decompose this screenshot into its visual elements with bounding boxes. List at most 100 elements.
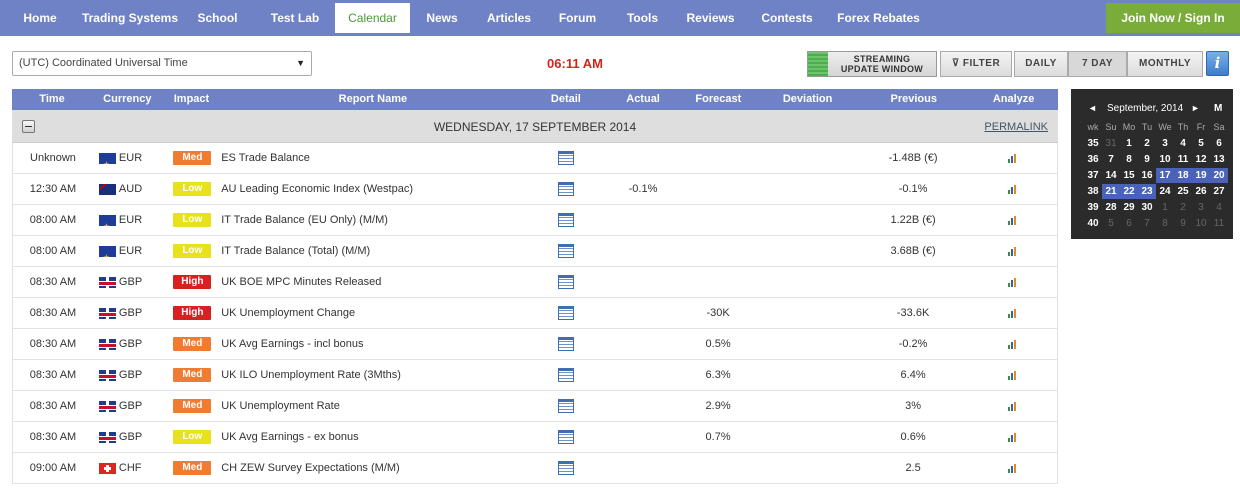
filter-button[interactable]: ⊽ FILTER (940, 51, 1012, 77)
calendar-day[interactable]: 16 (1138, 168, 1156, 183)
calendar-day[interactable]: 3 (1192, 200, 1210, 215)
table-row[interactable]: 09:00 AM CHF Med CH ZEW Survey Expectations… (12, 453, 1058, 484)
calendar-day[interactable]: 11 (1174, 152, 1192, 167)
calendar-day[interactable]: 9 (1138, 152, 1156, 167)
nav-item-home[interactable]: Home (0, 3, 80, 33)
calendar-day[interactable]: 1 (1120, 136, 1138, 151)
calendar-day[interactable]: 23 (1138, 184, 1156, 199)
table-row[interactable]: 08:30 AM GBP Med UK ILO Unemployment Rate (… (12, 360, 1058, 391)
calendar-day[interactable]: 6 (1120, 216, 1138, 231)
detail-table-icon[interactable] (557, 213, 574, 227)
detail-table-icon[interactable] (557, 182, 574, 196)
calendar-day[interactable]: 19 (1192, 168, 1210, 183)
nav-item-school[interactable]: School (180, 3, 255, 33)
detail-table-icon[interactable] (557, 306, 574, 320)
calendar-day[interactable]: 4 (1174, 136, 1192, 151)
bar-chart-icon[interactable] (1007, 432, 1018, 442)
nav-item-news[interactable]: News (410, 3, 474, 33)
event-report-name[interactable]: IT Trade Balance (Total) (M/M) (221, 236, 525, 266)
calendar-day[interactable]: 7 (1138, 216, 1156, 231)
bar-chart-icon[interactable] (1007, 153, 1018, 163)
nav-item-contests[interactable]: Contests (747, 3, 827, 33)
calendar-day[interactable]: 8 (1156, 216, 1174, 231)
table-row[interactable]: Unknown EUR Med ES Trade Balance -1.48B (€) (12, 143, 1058, 174)
calendar-day[interactable]: 4 (1210, 200, 1228, 215)
nav-item-forex-rebates[interactable]: Forex Rebates (827, 3, 930, 33)
event-report-name[interactable]: UK Unemployment Rate (221, 391, 525, 421)
table-row[interactable]: 08:00 AM EUR Low IT Trade Balance (EU Only)… (12, 205, 1058, 236)
event-report-name[interactable]: AU Leading Economic Index (Westpac) (221, 174, 525, 204)
calendar-day[interactable]: 12 (1192, 152, 1210, 167)
calendar-mode-toggle[interactable]: M (1214, 103, 1222, 114)
daily-button[interactable]: DAILY (1014, 51, 1068, 77)
timezone-select[interactable]: (UTC) Coordinated Universal Time ▼ (12, 51, 312, 76)
table-row[interactable]: 08:30 AM GBP Med UK Avg Earnings - incl bon… (12, 329, 1058, 360)
bar-chart-icon[interactable] (1007, 463, 1018, 473)
nav-item-tools[interactable]: Tools (611, 3, 674, 33)
calendar-day[interactable]: 3 (1156, 136, 1174, 151)
nav-item-forum[interactable]: Forum (544, 3, 611, 33)
bar-chart-icon[interactable] (1007, 401, 1018, 411)
calendar-day[interactable]: 24 (1156, 184, 1174, 199)
header-time[interactable]: Time (12, 89, 92, 110)
calendar-day[interactable]: 21 (1102, 184, 1120, 199)
calendar-day[interactable]: 30 (1138, 200, 1156, 215)
event-report-name[interactable]: UK Avg Earnings - incl bonus (221, 329, 525, 359)
event-report-name[interactable]: UK Unemployment Change (221, 298, 525, 328)
calendar-day[interactable]: 31 (1102, 136, 1120, 151)
calendar-day[interactable]: 7 (1102, 152, 1120, 167)
table-row[interactable]: 08:30 AM GBP High UK BOE MPC Minutes Releas… (12, 267, 1058, 298)
nav-item-trading-systems[interactable]: Trading Systems (80, 3, 180, 33)
detail-table-icon[interactable] (557, 461, 574, 475)
streaming-update-button[interactable]: STREAMING UPDATE WINDOW (807, 51, 937, 77)
calendar-day[interactable]: 11 (1210, 216, 1228, 231)
nav-item-test-lab[interactable]: Test Lab (255, 3, 335, 33)
event-report-name[interactable]: UK BOE MPC Minutes Released (221, 267, 525, 297)
join-signin-button[interactable]: Join Now / Sign In (1106, 3, 1240, 33)
calendar-day[interactable]: 18 (1174, 168, 1192, 183)
bar-chart-icon[interactable] (1007, 339, 1018, 349)
calendar-day[interactable]: 15 (1120, 168, 1138, 183)
detail-table-icon[interactable] (557, 337, 574, 351)
event-report-name[interactable]: UK ILO Unemployment Rate (3Mths) (221, 360, 525, 390)
nav-item-reviews[interactable]: Reviews (674, 3, 747, 33)
calendar-day[interactable]: 26 (1192, 184, 1210, 199)
detail-table-icon[interactable] (557, 151, 574, 165)
calendar-day[interactable]: 20 (1210, 168, 1228, 183)
nav-item-articles[interactable]: Articles (474, 3, 544, 33)
nav-item-calendar[interactable]: Calendar (335, 3, 410, 33)
calendar-day[interactable]: 25 (1174, 184, 1192, 199)
detail-table-icon[interactable] (557, 430, 574, 444)
calendar-day[interactable]: 6 (1210, 136, 1228, 151)
event-report-name[interactable]: UK Avg Earnings - ex bonus (221, 422, 525, 452)
header-report-name[interactable]: Report Name (220, 89, 525, 110)
permalink-link[interactable]: PERMALINK (984, 121, 1048, 133)
table-row[interactable]: 12:30 AM AUD Low AU Leading Economic Index … (12, 174, 1058, 205)
calendar-day[interactable]: 14 (1102, 168, 1120, 183)
bar-chart-icon[interactable] (1007, 184, 1018, 194)
event-report-name[interactable]: CH ZEW Survey Expectations (M/M) (221, 453, 525, 483)
calendar-day[interactable]: 13 (1210, 152, 1228, 167)
seven-day-button[interactable]: 7 DAY (1068, 51, 1127, 77)
calendar-day[interactable]: 5 (1102, 216, 1120, 231)
event-report-name[interactable]: IT Trade Balance (EU Only) (M/M) (221, 205, 525, 235)
next-month-icon[interactable]: ► (1191, 103, 1200, 113)
header-impact[interactable]: Impact (163, 89, 221, 110)
bar-chart-icon[interactable] (1007, 308, 1018, 318)
detail-table-icon[interactable] (557, 368, 574, 382)
info-button[interactable]: i (1206, 51, 1229, 76)
bar-chart-icon[interactable] (1007, 370, 1018, 380)
calendar-day[interactable]: 17 (1156, 168, 1174, 183)
calendar-day[interactable]: 22 (1120, 184, 1138, 199)
table-row[interactable]: 08:30 AM GBP Med UK Unemployment Rate 2.9% 3% (12, 391, 1058, 422)
calendar-day[interactable]: 27 (1210, 184, 1228, 199)
calendar-day[interactable]: 10 (1192, 216, 1210, 231)
calendar-day[interactable]: 2 (1138, 136, 1156, 151)
header-currency[interactable]: Currency (92, 89, 162, 110)
calendar-day[interactable]: 28 (1102, 200, 1120, 215)
detail-table-icon[interactable] (557, 275, 574, 289)
detail-table-icon[interactable] (557, 399, 574, 413)
event-report-name[interactable]: ES Trade Balance (221, 143, 525, 173)
calendar-day[interactable]: 8 (1120, 152, 1138, 167)
calendar-day[interactable]: 10 (1156, 152, 1174, 167)
